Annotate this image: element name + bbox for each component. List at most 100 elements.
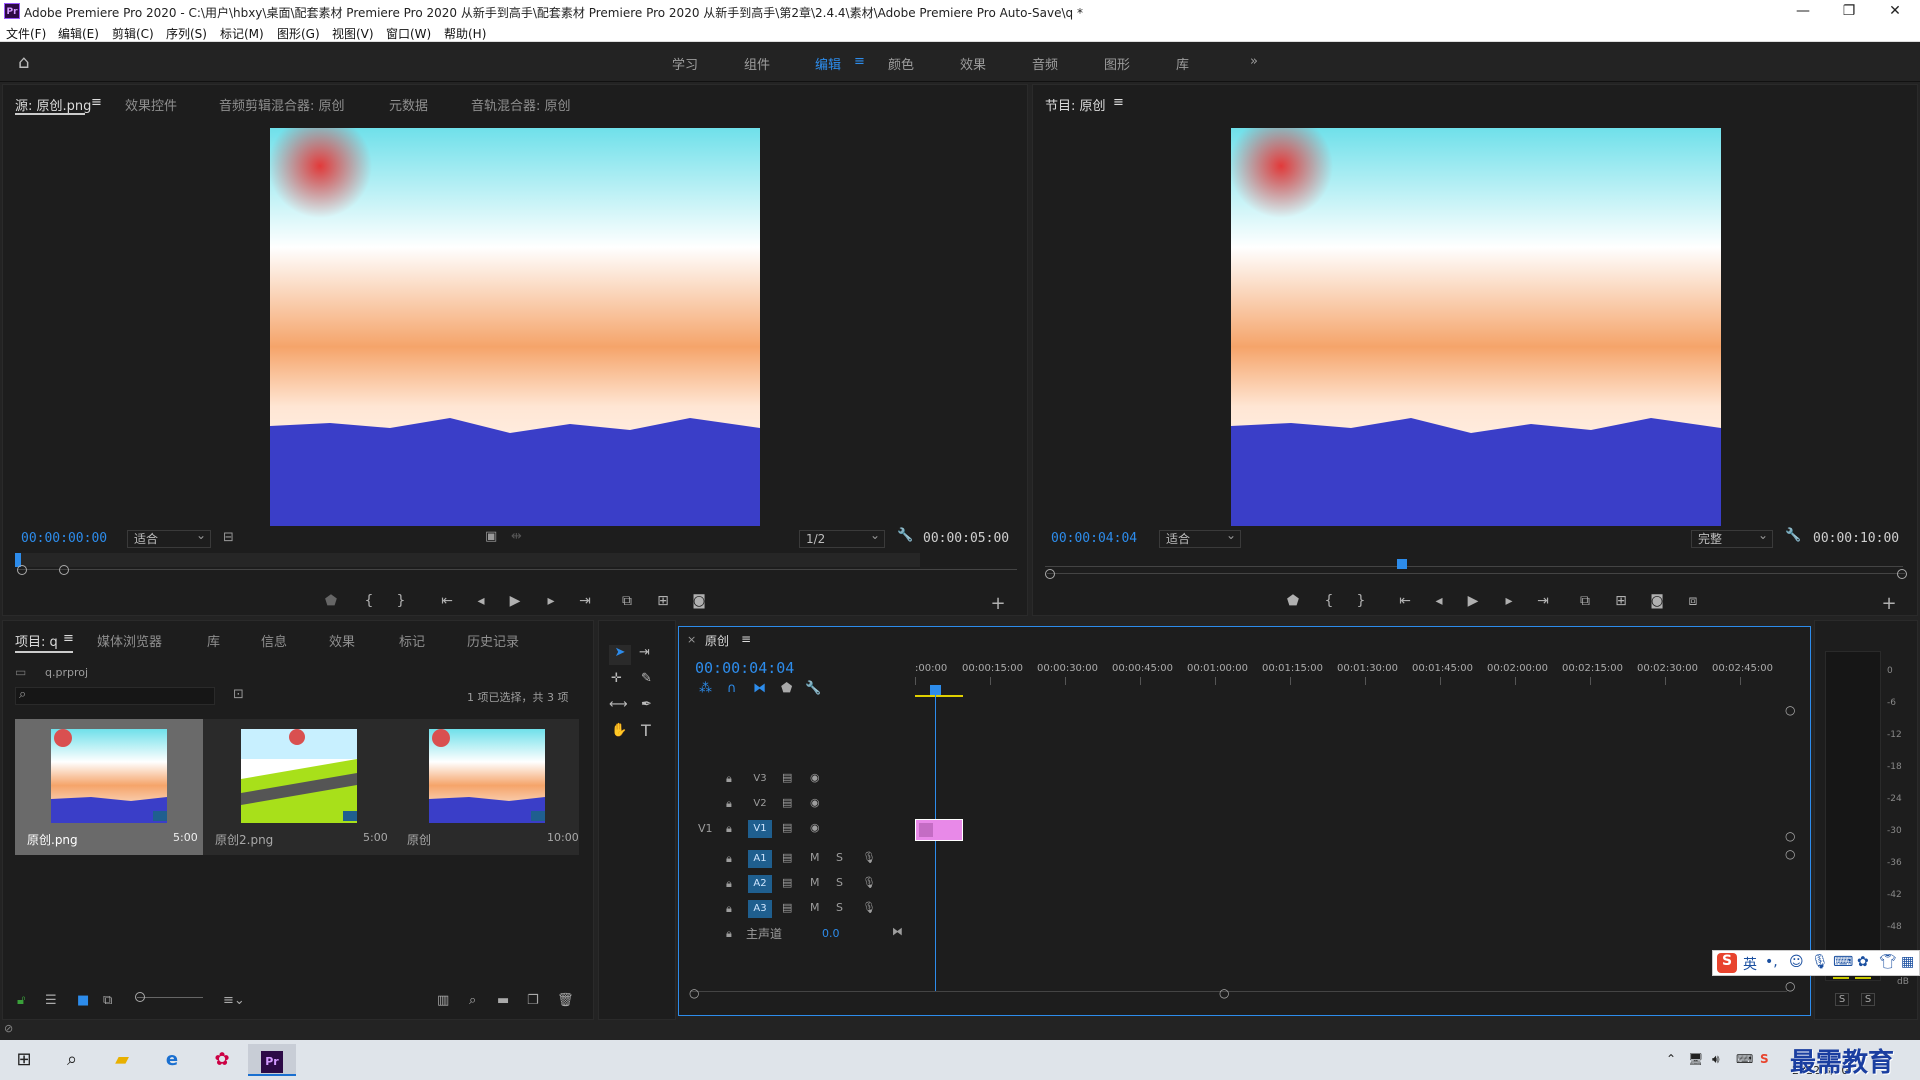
tab-project[interactable]: 项目: q bbox=[15, 631, 58, 650]
program-wrench-icon[interactable]: 🔧 bbox=[1785, 528, 1801, 543]
tab-markers[interactable]: 标记 bbox=[399, 631, 425, 650]
comparison-view-icon[interactable]: ⧈ bbox=[1683, 593, 1703, 609]
settings-icon[interactable]: ⊟ bbox=[223, 530, 234, 545]
hscroll-left[interactable]: ○ bbox=[689, 986, 699, 1000]
source-zoom-bar[interactable] bbox=[17, 569, 1017, 570]
premiere-taskbar-icon[interactable]: Pr bbox=[248, 1044, 296, 1076]
icon-view-icon[interactable]: ■ bbox=[77, 993, 89, 1008]
sync-lock-icon[interactable]: ▤ bbox=[782, 796, 792, 809]
mark-in-icon[interactable]: { bbox=[359, 593, 379, 609]
track-lock-icon[interactable]: 🔒︎ bbox=[726, 772, 732, 786]
menu-help[interactable]: 帮助(H) bbox=[444, 25, 486, 42]
zoom-handle-right[interactable] bbox=[59, 565, 69, 575]
ripple-edit-tool-icon[interactable]: ✛ bbox=[611, 671, 622, 686]
menu-edit[interactable]: 编辑(E) bbox=[58, 25, 99, 42]
slip-tool-icon[interactable]: ⟷ bbox=[609, 697, 628, 712]
program-add-marker-icon[interactable]: ⬟ bbox=[1283, 593, 1303, 609]
paint-app-icon[interactable]: ✿ bbox=[198, 1044, 246, 1076]
solo-button[interactable]: S bbox=[836, 851, 843, 864]
workspace-menu-icon[interactable]: ≡ bbox=[854, 54, 865, 69]
mic-icon[interactable]: 🎙︎ bbox=[862, 876, 876, 889]
workspace-libraries[interactable]: 库 bbox=[1176, 54, 1189, 73]
program-step-back-icon[interactable]: ◂ bbox=[1429, 593, 1449, 609]
sync-lock-icon[interactable]: ▤ bbox=[782, 821, 792, 834]
program-zoom-dropdown[interactable]: 适合 bbox=[1159, 527, 1241, 548]
wrench-icon[interactable]: 🔧 bbox=[897, 528, 913, 543]
tab-audio-track-mixer[interactable]: 音轨混合器: 原创 bbox=[471, 95, 571, 114]
sync-lock-icon[interactable]: ▤ bbox=[782, 901, 792, 914]
ime-keyboard-icon[interactable]: ⌨ bbox=[1833, 954, 1853, 970]
type-tool-icon[interactable]: T bbox=[641, 721, 651, 740]
menu-sequence[interactable]: 序列(S) bbox=[166, 25, 207, 42]
add-marker-timeline-icon[interactable]: ⬟ bbox=[781, 681, 792, 696]
project-search-input[interactable] bbox=[15, 687, 215, 705]
track-lock-icon[interactable]: 🔒︎ bbox=[726, 927, 732, 941]
tab-media-browser[interactable]: 媒体浏览器 bbox=[97, 631, 162, 650]
hscroll-right[interactable]: ○ bbox=[1219, 986, 1229, 1000]
work-area-bar[interactable] bbox=[915, 695, 963, 697]
source-patch-label[interactable]: V1 bbox=[698, 822, 713, 835]
zoom-slider[interactable] bbox=[137, 997, 203, 998]
track-label[interactable]: A2 bbox=[748, 875, 772, 893]
razor-tool-icon[interactable]: ✎ bbox=[641, 671, 652, 686]
workspace-effects[interactable]: 效果 bbox=[960, 54, 986, 73]
ime-emoji-icon[interactable]: ☺ bbox=[1789, 954, 1804, 970]
program-go-to-out-icon[interactable]: ⇥ bbox=[1533, 593, 1553, 609]
eye-icon[interactable]: ◉ bbox=[810, 796, 820, 809]
source-time-ruler[interactable] bbox=[15, 553, 920, 567]
track-label[interactable]: A3 bbox=[748, 900, 772, 918]
step-back-icon[interactable]: ◂ bbox=[471, 593, 491, 609]
program-zoom-bar[interactable] bbox=[1047, 573, 1905, 574]
track-lock-icon[interactable]: 🔒︎ bbox=[726, 822, 732, 836]
new-item-icon[interactable]: ❐ bbox=[527, 993, 539, 1008]
restore-button[interactable]: ❐ bbox=[1826, 0, 1872, 22]
meter-solo-left[interactable]: S bbox=[1835, 993, 1849, 1006]
drag-audio-icon[interactable]: ⇹ bbox=[511, 529, 522, 544]
lock-icon[interactable]: 🔓︎ bbox=[17, 993, 25, 1008]
track-lock-icon[interactable]: 🔒︎ bbox=[726, 797, 732, 811]
nest-icon[interactable]: ⁂ bbox=[699, 681, 712, 696]
linked-selection-icon[interactable]: ⧓ bbox=[753, 681, 766, 696]
workspace-color[interactable]: 颜色 bbox=[888, 54, 914, 73]
program-timecode[interactable]: 00:00:04:04 bbox=[1051, 531, 1137, 546]
menu-file[interactable]: 文件(F) bbox=[6, 25, 46, 42]
mark-out-icon[interactable]: } bbox=[391, 593, 411, 609]
tab-info[interactable]: 信息 bbox=[261, 631, 287, 650]
tab-audio-clip-mixer[interactable]: 音频剪辑混合器: 原创 bbox=[219, 95, 345, 114]
file-explorer-icon[interactable]: ▰ bbox=[98, 1044, 146, 1076]
solo-button[interactable]: S bbox=[836, 876, 843, 889]
master-volume[interactable]: 0.0 bbox=[822, 927, 840, 940]
windows-start-icon[interactable]: ⊞ bbox=[0, 1044, 48, 1076]
program-time-ruler[interactable] bbox=[1045, 553, 1903, 567]
mute-button[interactable]: M bbox=[810, 851, 820, 864]
tab-sequence[interactable]: 原创 bbox=[705, 632, 729, 649]
program-zoom-right[interactable] bbox=[1897, 569, 1907, 579]
menu-view[interactable]: 视图(V) bbox=[332, 25, 374, 42]
insert-icon[interactable]: ⧉ bbox=[617, 593, 637, 609]
selection-tool-icon[interactable]: ➤ bbox=[609, 645, 631, 665]
project-item[interactable]: 原创 10:00 bbox=[391, 719, 579, 855]
collapse-icon[interactable]: ⧓ bbox=[892, 925, 903, 938]
project-menu-icon[interactable]: ≡ bbox=[63, 631, 74, 646]
workspace-editing[interactable]: 编辑 bbox=[815, 54, 841, 73]
overwrite-icon[interactable]: ⊞ bbox=[653, 593, 673, 609]
volume-icon[interactable]: 🔊︎ bbox=[1712, 1052, 1720, 1067]
trash-icon[interactable]: 🗑︎ bbox=[557, 993, 574, 1008]
tray-chevron-icon[interactable]: ⌃ bbox=[1666, 1052, 1676, 1066]
add-button-icon[interactable]: + bbox=[988, 593, 1008, 614]
tab-history[interactable]: 历史记录 bbox=[467, 631, 519, 650]
menu-graphics[interactable]: 图形(G) bbox=[277, 25, 320, 42]
sogou-tray-icon[interactable]: S bbox=[1760, 1052, 1769, 1066]
vscroll-mid2[interactable]: ○ bbox=[1785, 847, 1795, 861]
meter-solo-right[interactable]: S bbox=[1861, 993, 1875, 1006]
menu-marker[interactable]: 标记(M) bbox=[220, 25, 264, 42]
mic-icon[interactable]: 🎙︎ bbox=[862, 901, 876, 914]
new-bin-icon[interactable]: ▬ bbox=[497, 993, 509, 1008]
track-label[interactable]: A1 bbox=[748, 850, 772, 868]
program-zoom-left[interactable] bbox=[1045, 569, 1055, 579]
workspace-audio[interactable]: 音频 bbox=[1032, 54, 1058, 73]
project-item[interactable]: 原创2.png 5:00 bbox=[203, 719, 391, 855]
program-mark-out-icon[interactable]: } bbox=[1351, 593, 1371, 609]
program-camera-icon[interactable]: ◙ bbox=[1647, 593, 1667, 609]
source-zoom-dropdown[interactable]: 适合 bbox=[127, 527, 211, 548]
